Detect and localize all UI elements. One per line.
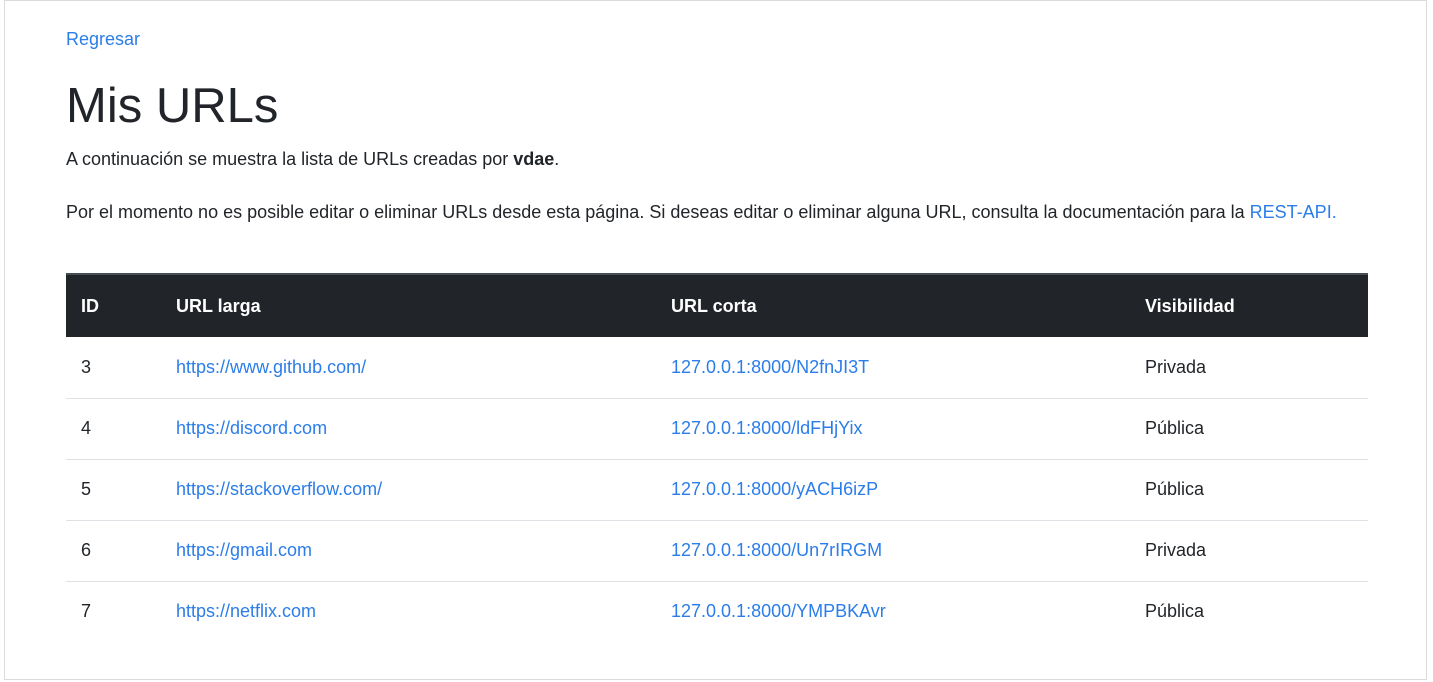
header-id: ID [66,273,161,337]
cell-id: 6 [66,520,161,582]
short-url-link[interactable]: 127.0.0.1:8000/yACH6izP [671,479,878,499]
long-url-link[interactable]: https://stackoverflow.com/ [176,479,382,499]
cell-id: 4 [66,398,161,460]
short-url-link[interactable]: 127.0.0.1:8000/Un7rIRGM [671,540,882,560]
header-long-url: URL larga [161,273,656,337]
cell-visibility: Privada [1130,520,1368,582]
header-short-url: URL corta [656,273,1130,337]
header-visibility: Visibilidad [1130,273,1368,337]
page-title: Mis URLs [66,79,279,133]
urls-table: ID URL larga URL corta Visibilidad 3 htt… [66,273,1368,642]
short-url-link[interactable]: 127.0.0.1:8000/N2fnJI3T [671,357,869,377]
cell-long-url: https://stackoverflow.com/ [161,459,656,521]
table-header: ID URL larga URL corta Visibilidad [66,273,1368,337]
cell-long-url: https://gmail.com [161,520,656,582]
cell-short-url: 127.0.0.1:8000/YMPBKAvr [656,581,1130,642]
table-body: 3 https://www.github.com/ 127.0.0.1:8000… [66,337,1368,642]
cell-short-url: 127.0.0.1:8000/Un7rIRGM [656,520,1130,582]
cell-id: 5 [66,459,161,521]
cell-visibility: Privada [1130,337,1368,399]
table-header-row: ID URL larga URL corta Visibilidad [66,273,1368,337]
cell-long-url: https://discord.com [161,398,656,460]
cell-short-url: 127.0.0.1:8000/ldFHjYix [656,398,1130,460]
table-row: 5 https://stackoverflow.com/ 127.0.0.1:8… [66,459,1368,521]
table-row: 4 https://discord.com 127.0.0.1:8000/ldF… [66,398,1368,460]
rest-api-link[interactable]: REST-API. [1250,202,1337,222]
cell-long-url: https://www.github.com/ [161,337,656,399]
long-url-link[interactable]: https://gmail.com [176,540,312,560]
cell-id: 7 [81,601,92,622]
short-url-link[interactable]: 127.0.0.1:8000/YMPBKAvr [671,601,886,621]
back-link[interactable]: Regresar [66,28,140,50]
username: vdae [513,149,555,169]
cell-long-url: https://netflix.com [161,581,656,642]
cell-visibility: Pública [1130,398,1368,460]
notice-text: Por el momento no es posible editar o el… [66,197,1368,227]
intro-prefix: A continuación se muestra la lista de UR… [66,149,514,169]
notice-body: Por el momento no es posible editar o el… [66,202,1250,222]
table-row: 6 https://gmail.com 127.0.0.1:8000/Un7rI… [66,520,1368,582]
cell-short-url: 127.0.0.1:8000/N2fnJI3T [656,337,1130,399]
short-url-link[interactable]: 127.0.0.1:8000/ldFHjYix [671,418,862,438]
cell-visibility: Pública [1145,601,1205,622]
intro-text: A continuación se muestra la lista de UR… [66,147,559,171]
long-url-link[interactable]: https://discord.com [176,418,327,438]
cell-id: 3 [66,337,161,399]
cell-short-url: 127.0.0.1:8000/yACH6izP [656,459,1130,521]
intro-suffix: . [554,149,560,169]
long-url-link[interactable]: https://www.github.com/ [176,357,366,377]
cell-visibility: Pública [1130,459,1368,521]
page-frame: Regresar Mis URLs A continuación se mues… [4,0,1427,680]
long-url-link[interactable]: https://netflix.com [176,601,316,621]
table-row: 7 https://netflix.com 127.0.0.1:8000/YMP… [66,581,1368,642]
table-row: 3 https://www.github.com/ 127.0.0.1:8000… [66,337,1368,399]
